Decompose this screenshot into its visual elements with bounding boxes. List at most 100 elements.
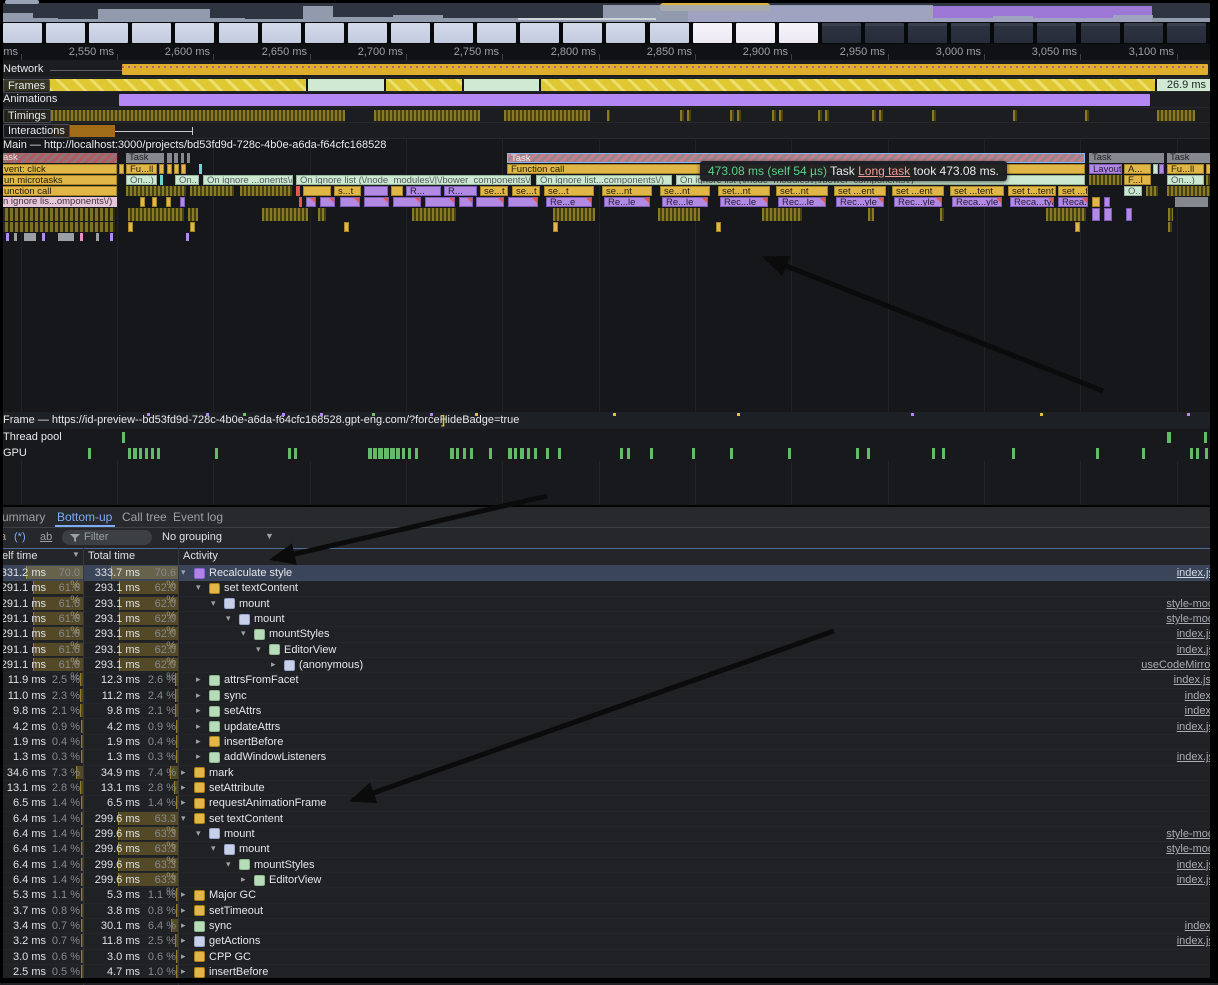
flame-segment[interactable] [318,208,326,221]
filmstrip-thumbnail[interactable] [1167,23,1206,43]
frame-block[interactable] [308,79,386,91]
table-row[interactable]: 34.6 ms7.3 %34.9 ms7.4 %▸mark [0,765,1218,781]
flame-segment[interactable]: On...) [175,175,199,185]
table-row[interactable]: 5.3 ms1.1 %5.3 ms1.1 %▸Major GC [0,887,1218,903]
flame-segment[interactable]: Task [1167,153,1210,163]
flame-segment[interactable]: O... [1124,186,1142,196]
grouping-dropdown-icon[interactable]: ▼ [265,531,274,541]
flame-segment[interactable] [190,222,195,232]
frame-track[interactable]: Frame — https://id-preview--bd53fd9d-728… [0,412,1218,430]
gpu-track[interactable]: GPU [0,445,1218,462]
flame-segment[interactable] [553,208,595,221]
flame-segment[interactable]: Re...le [604,197,650,207]
collapse-arrow-icon[interactable]: ▾ [181,567,193,578]
flame-segment[interactable]: set ...ent [834,186,886,196]
flame-segment[interactable] [240,186,292,196]
filmstrip-thumbnail[interactable] [305,23,344,43]
filmstrip-thumbnail[interactable] [132,23,171,43]
source-link[interactable]: index.js: [1174,674,1214,686]
table-row[interactable]: 6.4 ms1.4 %299.6 ms63.3 %▾mountstyle-mod [0,841,1218,857]
table-row[interactable]: 3.7 ms0.8 %3.8 ms0.8 %▸setTimeout [0,903,1218,919]
flame-segment[interactable]: unction call [0,186,117,196]
flame-segment[interactable] [344,222,349,232]
flame-segment[interactable] [762,208,802,221]
source-link[interactable]: useCodeMirror [1141,659,1214,671]
source-link[interactable]: style-mod [1166,613,1214,625]
table-row[interactable]: 291.1 ms61.6 %293.1 ms62.0 %▸(anonymous)… [0,657,1218,673]
table-row[interactable]: 4.2 ms0.9 %4.2 ms0.9 %▸updateAttrsindex.… [0,719,1218,735]
table-row[interactable]: 291.1 ms61.6 %293.1 ms62.0 %▾mountstyle-… [0,611,1218,627]
flame-segment[interactable] [1168,222,1172,232]
flame-segment[interactable]: set ...ent [892,186,944,196]
collapse-arrow-icon[interactable]: ▾ [241,628,253,639]
timing-mark[interactable] [607,110,610,121]
timing-mark[interactable] [374,110,480,121]
flame-segment[interactable] [296,186,300,196]
flame-segment[interactable]: Task [1089,153,1164,163]
timing-mark[interactable] [772,110,776,121]
timing-mark[interactable] [932,110,936,121]
flame-segment[interactable] [96,233,99,241]
flame-segment[interactable]: s...t [334,186,361,196]
flame-segment[interactable]: Fu...ll [1167,164,1204,174]
whole-word-icon[interactable]: ab [40,531,52,543]
source-link[interactable]: index.js [1177,935,1214,947]
flame-segment[interactable] [140,197,145,207]
filter-input[interactable]: Filter [62,530,152,545]
table-row[interactable]: 6.4 ms1.4 %299.6 ms63.3 %▸EditorViewinde… [0,872,1218,888]
table-row[interactable]: 291.1 ms61.6 %293.1 ms62.0 %▾mountstyle-… [0,596,1218,612]
table-row[interactable]: 331.2 ms70.0 %333.7 ms70.6 %▾Recalculate… [0,565,1218,581]
expand-arrow-icon[interactable]: ▸ [181,889,193,900]
cpu-overview-strip[interactable] [0,3,1218,22]
filmstrip-thumbnail[interactable] [563,23,602,43]
flame-segment[interactable] [166,197,171,207]
flame-segment[interactable] [181,164,186,174]
filmstrip-thumbnail[interactable] [391,23,430,43]
flame-segment[interactable]: set ...tent [950,186,1004,196]
filmstrip-thumbnail[interactable] [262,23,301,43]
self-time-header[interactable]: elf time [2,550,37,562]
table-row[interactable]: 6.4 ms1.4 %299.6 ms63.3 %▾mountstyle-mod [0,826,1218,842]
collapse-arrow-icon[interactable]: ▾ [196,582,208,593]
frame-block[interactable]: 26.9 ms [1157,79,1210,91]
collapse-arrow-icon[interactable]: ▾ [211,843,223,854]
filmstrip-thumbnail[interactable] [951,23,990,43]
flame-segment[interactable] [299,197,302,207]
flame-segment[interactable] [58,233,74,241]
timing-mark[interactable] [680,110,684,121]
expand-arrow-icon[interactable]: ▸ [181,935,193,946]
filmstrip-thumbnail[interactable] [520,23,559,43]
flame-segment[interactable]: Layout [1089,164,1122,174]
filmstrip-thumbnail[interactable] [693,23,732,43]
source-link[interactable]: style-mod [1166,598,1214,610]
flame-segment[interactable] [1075,222,1080,232]
filmstrip-thumbnail[interactable] [1037,23,1076,43]
filmstrip-thumbnail[interactable] [434,23,473,43]
filmstrip-thumbnail[interactable] [779,23,818,43]
threadpool-track[interactable]: Thread pool [0,429,1218,446]
filmstrip-thumbnail[interactable] [89,23,128,43]
timing-mark[interactable] [737,110,741,121]
flame-segment[interactable]: set t...tent [1008,186,1056,196]
flame-segment[interactable] [1046,208,1086,221]
flame-segment[interactable]: Rec...le [720,197,768,207]
flame-segment[interactable]: Re...e [546,197,592,207]
grouping-select[interactable]: No grouping [162,531,222,543]
expand-arrow-icon[interactable]: ▸ [196,751,208,762]
expand-arrow-icon[interactable]: ▸ [181,951,193,962]
flame-segment[interactable]: Rec...yle [836,197,884,207]
expand-arrow-icon[interactable]: ▸ [196,705,208,716]
flame-segment[interactable] [476,197,504,207]
flame-segment[interactable] [1089,175,1122,185]
flame-segment[interactable] [80,233,83,241]
source-link[interactable]: style-mod [1166,828,1214,840]
source-link[interactable]: index.js [1177,644,1214,656]
flame-segment[interactable] [1104,197,1110,207]
table-row[interactable]: 291.1 ms61.6 %293.1 ms62.0 %▾mountStyles… [0,626,1218,642]
expand-arrow-icon[interactable]: ▸ [181,767,193,778]
flame-segment[interactable]: se...t [480,186,508,196]
flame-segment[interactable] [412,208,456,221]
flame-segment[interactable] [459,197,473,207]
flame-segment[interactable] [174,153,178,163]
total-time-header[interactable]: Total time [88,550,135,562]
